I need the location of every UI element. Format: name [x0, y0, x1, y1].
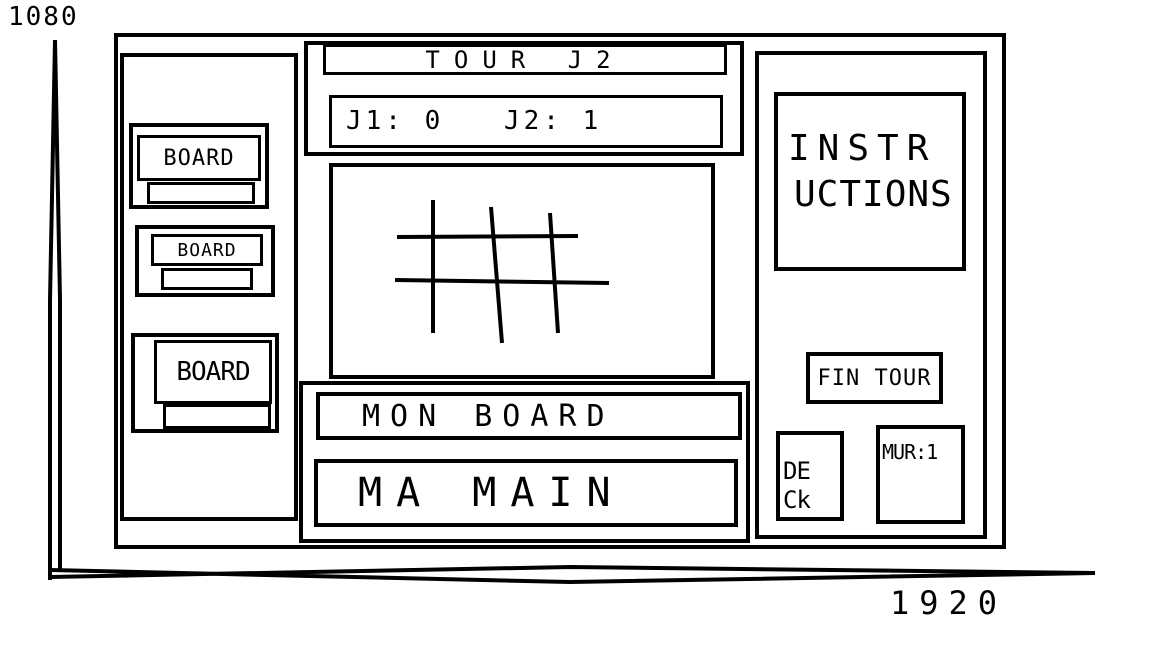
wall-counter-label: MUR:1	[882, 440, 938, 464]
deck-label-line2: Ck	[783, 486, 811, 514]
grid-line-v2	[489, 206, 504, 344]
deck-label-line1: DE	[783, 457, 811, 485]
instructions-line1: INSTR	[788, 128, 937, 169]
grid-line-h2	[394, 278, 610, 285]
my-hand[interactable]: MA MAIN	[314, 459, 738, 527]
grid-line-v3	[548, 212, 560, 334]
instructions-line2: UCTIONS	[794, 174, 953, 215]
my-board[interactable]: MON BOARD	[316, 392, 742, 440]
end-turn-button[interactable]: FIN TOUR	[806, 352, 943, 404]
